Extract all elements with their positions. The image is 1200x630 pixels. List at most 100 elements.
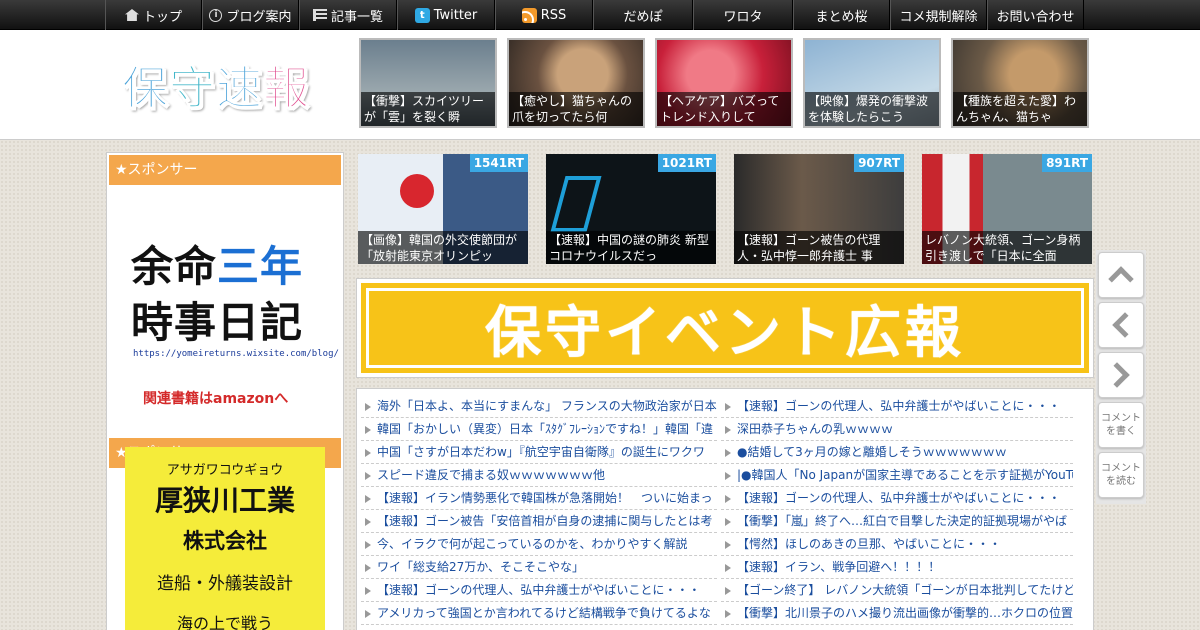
header-thumb-caption: 【映像】爆発の衝撃波を体験したらこう	[805, 92, 939, 126]
logo-image	[550, 176, 602, 232]
nav-contact[interactable]: お問い合わせ	[987, 0, 1084, 30]
ad-yomei-sannen[interactable]: 余命三年 時事日記 https://yomeireturns.wixsite.c…	[109, 185, 341, 407]
list-item[interactable]: 海外「日本よ、本当にすまんな」 フランスの大物政治家が日本	[361, 395, 717, 418]
article-list: 海外「日本よ、本当にすまんな」 フランスの大物政治家が日本 韓国「おかしい（異変…	[356, 388, 1094, 630]
logo-char-4: 報	[263, 61, 310, 116]
rt-count-badge: 1021RT	[657, 154, 716, 172]
ad2-kana: アサガワコウギョウ	[166, 463, 284, 478]
list-item[interactable]: アメリカって強国とか言われてるけど結構戦争で負けてるよな	[361, 602, 717, 625]
nav-damepo[interactable]: だめぽ	[593, 0, 693, 30]
nav-article-list[interactable]: 記事一覧	[299, 0, 397, 30]
list-item[interactable]: 【愕然】ほしのあきの旦那、やばいことに・・・	[721, 533, 1073, 556]
nav-comment-unblock[interactable]: コメ規制解除	[890, 0, 987, 30]
ad1-title-line2: 時事日記	[131, 298, 304, 347]
sponsor-heading: ★スポンサー	[109, 155, 341, 185]
logo-char-3: 速	[216, 61, 263, 116]
header-thumb-haircare[interactable]: 【ヘアケア】バズってトレンド入りして	[655, 38, 793, 128]
nav-twitter[interactable]: t Twitter	[397, 0, 495, 30]
logo-char-2: 守	[169, 61, 216, 116]
site-header: 保守速報 【衝撃】スカイツリーが「雲」を裂く瞬 【癒やし】猫ちゃんの爪を切ってた…	[0, 30, 1200, 140]
nav-rss-label: RSS	[540, 7, 567, 23]
list-item[interactable]: ●結婚して3ヶ月の嫁と離婚しそうｗｗｗｗｗｗｗ	[721, 441, 1073, 464]
list-item[interactable]: 【速報】ゴーンの代理人、弘中弁護士がやばいことに・・・	[361, 579, 717, 602]
write-comment-label: コメントを書く	[1101, 413, 1141, 437]
rss-icon	[521, 7, 537, 23]
list-icon	[312, 9, 327, 21]
header-thumb-caption: 【衝撃】スカイツリーが「雲」を裂く瞬	[361, 92, 495, 126]
event-banner-frame: 保守イベント広報	[361, 283, 1089, 373]
top-navigation-bar: トップ i ブログ案内 記事一覧 t Twitter RSS だめぽ ワロタ ま…	[0, 0, 1200, 30]
nav-blog-guide[interactable]: i ブログ案内	[202, 0, 299, 30]
left-sidebar: ★スポンサー 余命三年 時事日記 https://yomeireturns.wi…	[106, 152, 344, 630]
ad-asagawa-kogyo[interactable]: アサガワコウギョウ 厚狭川工業 株式会社 造船・外艤装設計 海の上で戦う	[125, 447, 325, 630]
home-icon	[124, 9, 139, 21]
nav-warota[interactable]: ワロタ	[693, 0, 793, 30]
nav-contact-label: お問い合わせ	[996, 9, 1075, 25]
event-banner[interactable]: 保守イベント広報	[356, 278, 1094, 378]
ad2-company-type: 株式会社	[183, 529, 267, 553]
nav-rss[interactable]: RSS	[495, 0, 593, 30]
ad1-amazon-link[interactable]: 関連書籍はamazonへ	[143, 388, 288, 408]
rt-card-3[interactable]: 907RT 【速報】ゴーン被告の代理人・弘中惇一郎弁護士 事	[734, 154, 904, 264]
list-item[interactable]: 【衝撃】北川景子のハメ撮り流出画像が衝撃的…ホクロの位置	[721, 602, 1073, 625]
rt-card-caption: レバノン大統領、ゴーン身柄引き渡しで「日本に全面	[922, 231, 1092, 264]
site-logo[interactable]: 保守速報	[122, 52, 310, 118]
nav-blog-guide-label: ブログ案内	[226, 9, 292, 25]
list-item[interactable]: 【ゴーン終了】 レバノン大統領「ゴーンが日本批判してたけど	[721, 579, 1073, 602]
read-comment-button[interactable]: コメントを読む	[1098, 452, 1144, 498]
nav-damepo-label: だめぽ	[623, 9, 663, 25]
list-item[interactable]: 【速報】イラン情勢悪化で韓国株が急落開始！ ついに始まっ	[361, 487, 717, 510]
write-comment-button[interactable]: コメントを書く	[1098, 402, 1144, 448]
list-item[interactable]: 【速報】ゴーンの代理人、弘中弁護士がやばいことに・・・	[721, 395, 1073, 418]
article-list-left-column: 海外「日本よ、本当にすまんな」 フランスの大物政治家が日本 韓国「おかしい（異変…	[361, 395, 717, 625]
list-item[interactable]: 韓国「おかしい（異変）日本「ｽﾀｸﾞﾌﾚｰｼｮﾝですね！」韓国「違	[361, 418, 717, 441]
logo-char-1: 保	[122, 61, 169, 116]
info-icon: i	[209, 8, 223, 22]
rt-count-badge: 891RT	[1042, 154, 1092, 172]
nav-article-list-label: 記事一覧	[330, 9, 383, 25]
chevron-up-icon	[1108, 266, 1134, 292]
read-comment-label: コメントを読む	[1101, 463, 1141, 487]
twitter-icon: t	[414, 7, 430, 23]
scroll-top-button[interactable]	[1098, 252, 1144, 298]
header-thumb-dog-cat[interactable]: 【種族を超えた愛】わんちゃん、猫ちゃ	[951, 38, 1089, 128]
rt-card-caption: 【速報】中国の謎の肺炎 新型コロナウイルスだっ	[546, 231, 716, 264]
rt-card-2[interactable]: 1021RT 【速報】中国の謎の肺炎 新型コロナウイルスだっ	[546, 154, 716, 264]
list-item[interactable]: 今、イラクで何が起こっているのかを、わかりやすく解説	[361, 533, 717, 556]
list-item[interactable]: 中国「さすが日本だわw」『航空宇宙自衛隊』の誕生にワクワ	[361, 441, 717, 464]
rt-card-caption: 【速報】ゴーン被告の代理人・弘中惇一郎弁護士 事	[734, 231, 904, 264]
nav-top[interactable]: トップ	[105, 0, 202, 30]
ad2-tagline: 海の上で戦う	[176, 614, 273, 630]
event-banner-text: 保守イベント広報	[485, 300, 965, 366]
list-item[interactable]: 【速報】ゴーン被告「安倍首相が自身の逮捕に関与したとは考	[361, 510, 717, 533]
nav-matome-sakura[interactable]: まとめ桜	[793, 0, 890, 30]
ad1-title-line1: 余命三年	[131, 242, 304, 291]
nav-items: トップ i ブログ案内 記事一覧 t Twitter RSS だめぽ ワロタ ま…	[105, 0, 1084, 30]
nav-top-label: トップ	[142, 9, 182, 25]
list-item[interactable]: スピード違反で捕まる奴ｗｗｗｗｗｗｗ他	[361, 464, 717, 487]
header-thumb-explosion[interactable]: 【映像】爆発の衝撃波を体験したらこう	[803, 38, 941, 128]
ad2-business: 造船・外艤装設計	[157, 574, 293, 594]
chevron-right-icon	[1104, 362, 1130, 388]
rt-card-1[interactable]: 1541RT 【画像】韓国の外交使節団が「放射能東京オリンピッ	[358, 154, 528, 264]
header-thumb-caption: 【種族を超えた愛】わんちゃん、猫ちゃ	[953, 92, 1087, 126]
chevron-left-icon	[1112, 312, 1138, 338]
ad2-company-name: 厚狭川工業	[154, 484, 295, 517]
next-article-button[interactable]	[1098, 352, 1144, 398]
list-item[interactable]: 【速報】ゴーンの代理人、弘中弁護士がやばいことに・・・	[721, 487, 1073, 510]
event-banner-inner-frame: 保守イベント広報	[366, 288, 1084, 368]
list-item[interactable]: 【衝撃】「嵐」終了へ…紅白で目撃した決定的証拠現場がやば	[721, 510, 1073, 533]
prev-article-button[interactable]	[1098, 302, 1144, 348]
list-item[interactable]: 深田恭子ちゃんの乳ｗｗｗｗ	[721, 418, 1073, 441]
header-thumb-cat[interactable]: 【癒やし】猫ちゃんの爪を切ってたら何	[507, 38, 645, 128]
list-item[interactable]: ワイ「総支給27万か、そこそこやな」	[361, 556, 717, 579]
list-item[interactable]: |●韓国人「No Japanが国家主導であることを示す証拠がYouTub	[721, 464, 1073, 487]
rt-card-4[interactable]: 891RT レバノン大統領、ゴーン身柄引き渡しで「日本に全面	[922, 154, 1092, 264]
floating-action-buttons: コメントを書く コメントを読む	[1096, 250, 1146, 504]
header-thumb-skytree[interactable]: 【衝撃】スカイツリーが「雲」を裂く瞬	[359, 38, 497, 128]
rt-card-caption: 【画像】韓国の外交使節団が「放射能東京オリンピッ	[358, 231, 528, 264]
rt-count-badge: 907RT	[854, 154, 904, 172]
article-list-right-column: 【速報】ゴーンの代理人、弘中弁護士がやばいことに・・・ 深田恭子ちゃんの乳ｗｗｗ…	[721, 395, 1073, 625]
list-item[interactable]: 【速報】イラン、戦争回避へ！！！！	[721, 556, 1073, 579]
header-thumb-caption: 【ヘアケア】バズってトレンド入りして	[657, 92, 791, 126]
